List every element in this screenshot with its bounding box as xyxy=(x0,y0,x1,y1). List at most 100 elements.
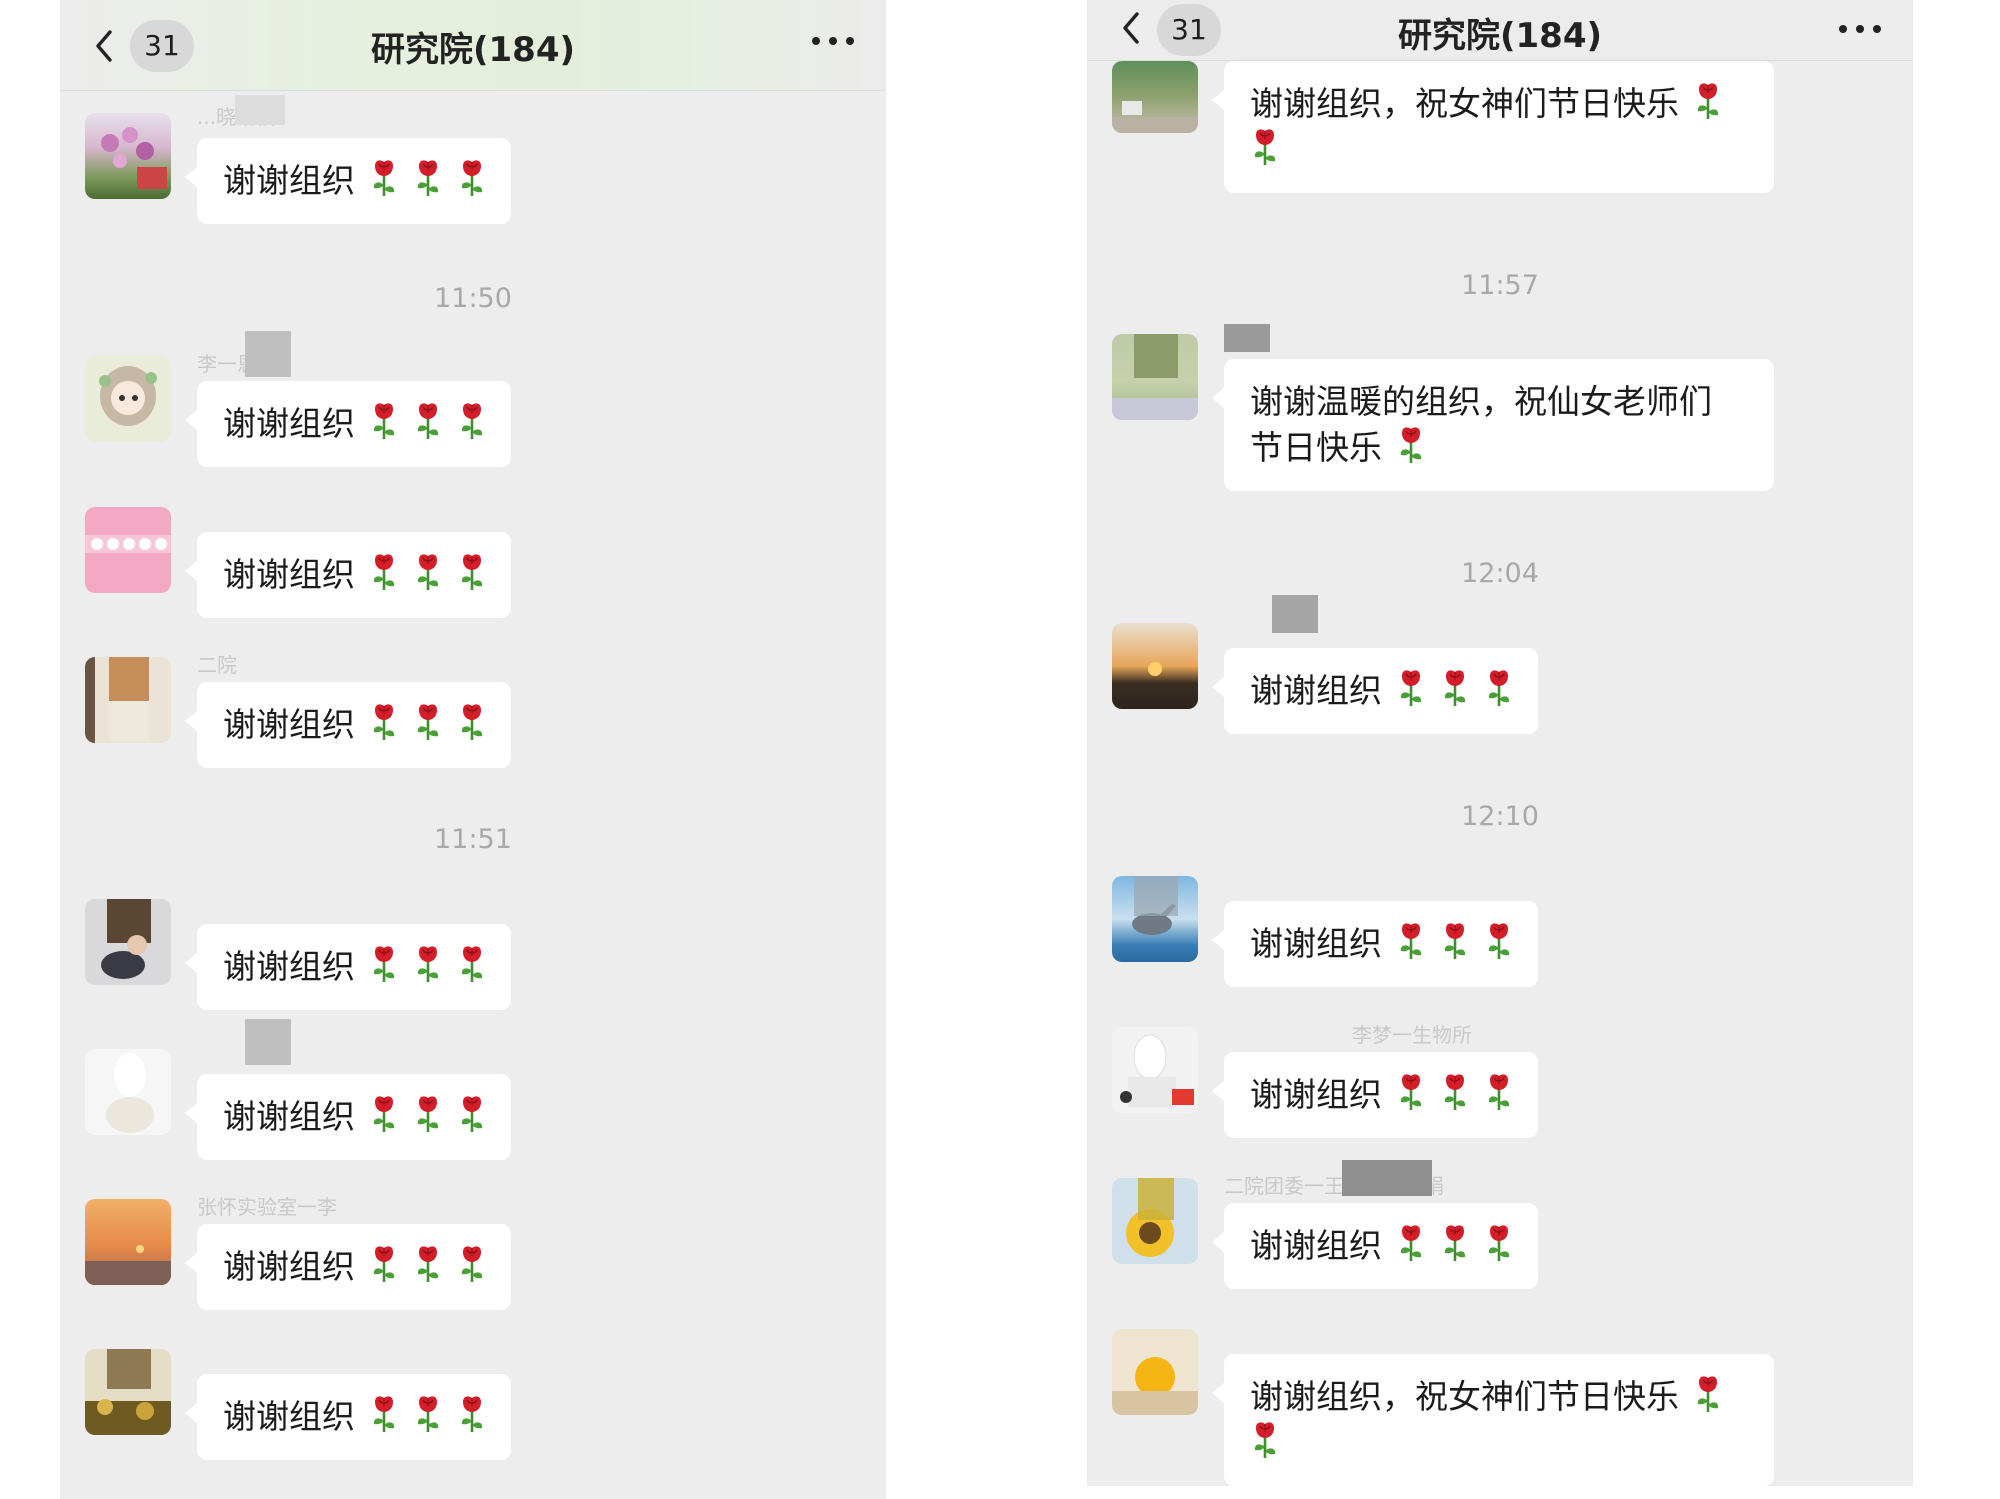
timestamp: 12:10 xyxy=(1461,801,1539,832)
message-bubble[interactable]: 谢谢组织，祝女神们节日快乐 xyxy=(1212,61,1774,193)
golden-avatar[interactable] xyxy=(85,1349,171,1435)
message-text: 谢谢组织，祝女神们节日快乐 xyxy=(1250,84,1679,123)
message-bubble[interactable]: 谢谢组织 xyxy=(185,1224,511,1310)
cartoon-girl-avatar[interactable] xyxy=(85,356,171,442)
bird-avatar[interactable] xyxy=(1112,876,1198,962)
white-avatar[interactable] xyxy=(85,1049,171,1135)
rose-icon xyxy=(457,702,487,742)
message-text: 谢谢组织 xyxy=(1250,671,1382,710)
redaction-patch xyxy=(1272,595,1318,633)
rose-icon xyxy=(1484,921,1514,961)
chat-title: 研究院(184) xyxy=(370,30,576,70)
rose-icon xyxy=(457,552,487,592)
sender-name: 李梦一生物所 xyxy=(1352,1023,1472,1047)
message-item: ...晓琳信 谢谢组织 xyxy=(85,95,886,224)
rose-icon xyxy=(413,1094,443,1134)
redaction-patch xyxy=(235,95,285,125)
message-item: 谢谢组织 xyxy=(85,1349,886,1460)
message-text: 谢谢组织 xyxy=(223,1097,355,1136)
message-text: 谢谢组织 xyxy=(223,161,355,200)
message-bubble[interactable]: 谢谢温暖的组织，祝仙女老师们 节日快乐 xyxy=(1212,359,1774,491)
rose-icon xyxy=(369,1094,399,1134)
rose-icon xyxy=(413,944,443,984)
message-item: 谢谢组织，祝女神们节日快乐 xyxy=(1112,61,1913,227)
more-options-icon[interactable] xyxy=(810,34,856,48)
message-item: 谢谢组织 xyxy=(1112,595,1913,734)
redaction-patch xyxy=(1342,1160,1432,1196)
message-item: 谢谢组织 xyxy=(1112,876,1913,987)
message-bubble[interactable]: 谢谢组织 xyxy=(185,682,511,768)
timestamp: 11:57 xyxy=(1461,270,1539,301)
timestamp: 11:51 xyxy=(434,824,512,855)
room-avatar[interactable] xyxy=(85,657,171,743)
sender-name: 张怀实验室一李 xyxy=(197,1195,337,1219)
message-item: 谢谢组织 xyxy=(85,1019,886,1160)
sunset-avatar[interactable] xyxy=(85,1199,171,1285)
message-text: 谢谢组织 xyxy=(223,404,355,443)
rose-icon xyxy=(1396,1072,1426,1112)
chat-header: 31 研究院(184) xyxy=(60,0,886,91)
person-avatar[interactable] xyxy=(85,899,171,985)
message-text: 谢谢组织 xyxy=(223,947,355,986)
rose-icon xyxy=(413,401,443,441)
rose-icon xyxy=(1396,425,1426,465)
message-item: 谢谢组织 xyxy=(85,507,886,618)
message-bubble[interactable]: 谢谢组织 xyxy=(185,532,511,618)
rose-icon xyxy=(369,1244,399,1284)
rose-icon xyxy=(1396,1223,1426,1263)
more-options-icon[interactable] xyxy=(1837,22,1883,36)
message-text: 谢谢组织 xyxy=(223,1397,355,1436)
rose-icon xyxy=(369,552,399,592)
rose-icon xyxy=(1693,81,1723,121)
message-item: 谢谢组织，祝女神们节日快乐 xyxy=(1112,1329,1913,1486)
rose-icon xyxy=(369,1394,399,1434)
chat-title: 研究院(184) xyxy=(1397,16,1603,56)
rose-icon xyxy=(1693,1374,1723,1414)
rose-icon xyxy=(457,944,487,984)
pink-pattern-avatar[interactable] xyxy=(85,507,171,593)
chat-screen-left: 31 研究院(184) ...晓琳信 谢谢组织 11:50 李一恩 谢谢组织 xyxy=(60,0,886,1499)
rose-icon xyxy=(1440,1223,1470,1263)
message-bubble[interactable]: 谢谢组织 xyxy=(1212,1052,1538,1138)
sunrise-avatar[interactable] xyxy=(1112,623,1198,709)
message-bubble[interactable]: 谢谢组织 xyxy=(1212,1203,1538,1289)
message-bubble[interactable]: 谢谢组织 xyxy=(185,924,511,1010)
message-text: 谢谢温暖的组织，祝仙女老师们 xyxy=(1250,382,1712,421)
message-item: 张怀实验室一李 谢谢组织 xyxy=(85,1195,886,1310)
rose-icon xyxy=(1484,668,1514,708)
redaction-patch xyxy=(1224,324,1270,352)
flower-avatar[interactable] xyxy=(85,113,171,199)
sender-name: 二院 xyxy=(197,653,237,677)
rose-icon xyxy=(413,702,443,742)
figure-avatar[interactable] xyxy=(1112,1027,1198,1113)
message-bubble[interactable]: 谢谢组织 xyxy=(185,381,511,467)
timestamp: 11:50 xyxy=(434,283,512,314)
message-bubble[interactable]: 谢谢组织 xyxy=(185,1374,511,1460)
street-avatar[interactable] xyxy=(1112,61,1198,133)
redaction-patch xyxy=(245,1019,291,1065)
message-bubble[interactable]: 谢谢组织，祝女神们节日快乐 xyxy=(1212,1354,1774,1486)
message-bubble[interactable]: 谢谢组织 xyxy=(1212,648,1538,734)
message-list[interactable]: 谢谢组织，祝女神们节日快乐 11:57 明伟 谢谢温暖的组织，祝仙女老师们节日快… xyxy=(1087,61,1913,1486)
message-bubble[interactable]: 谢谢组织 xyxy=(185,1074,511,1160)
rose-icon xyxy=(369,944,399,984)
rose-icon xyxy=(369,158,399,198)
message-list[interactable]: ...晓琳信 谢谢组织 11:50 李一恩 谢谢组织 谢谢组织 xyxy=(60,91,886,1499)
rose-icon xyxy=(457,158,487,198)
yellow-avatar[interactable] xyxy=(1112,1329,1198,1415)
rose-icon xyxy=(1440,921,1470,961)
message-bubble[interactable]: 谢谢组织 xyxy=(185,138,511,224)
message-item: 二院 谢谢组织 xyxy=(85,653,886,768)
rose-icon xyxy=(1250,127,1280,167)
timestamp: 12:04 xyxy=(1461,558,1539,589)
sunflower-avatar[interactable] xyxy=(1112,1178,1198,1264)
meadow-avatar[interactable] xyxy=(1112,334,1198,420)
rose-icon xyxy=(413,1244,443,1284)
message-text: 谢谢组织 xyxy=(1250,1075,1382,1114)
message-text: 谢谢组织，祝女神们节日快乐 xyxy=(1250,1377,1679,1416)
message-bubble[interactable]: 谢谢组织 xyxy=(1212,901,1538,987)
rose-icon xyxy=(457,1094,487,1134)
rose-icon xyxy=(1484,1072,1514,1112)
redaction-patch xyxy=(245,331,291,377)
message-text: 谢谢组织 xyxy=(223,1247,355,1286)
